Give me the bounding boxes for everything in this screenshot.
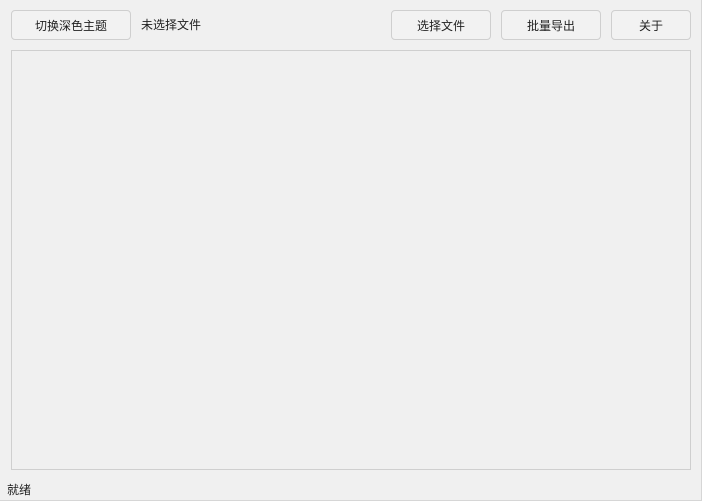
status-bar-text: 就绪	[7, 483, 32, 497]
main-window: 切换深色主题 未选择文件 选择文件 批量导出 关于 就绪	[0, 0, 702, 501]
batch-export-button[interactable]: 批量导出	[501, 10, 601, 40]
content-display-area[interactable]	[11, 50, 691, 470]
toggle-dark-theme-button[interactable]: 切换深色主题	[11, 10, 131, 40]
select-file-button[interactable]: 选择文件	[391, 10, 491, 40]
about-button[interactable]: 关于	[611, 10, 691, 40]
selected-file-label: 未选择文件	[141, 18, 202, 32]
